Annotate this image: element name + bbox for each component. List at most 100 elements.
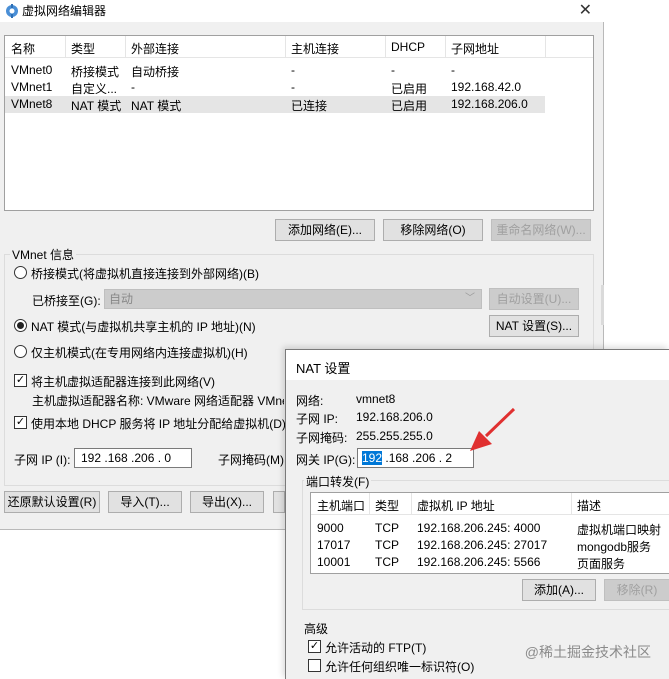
- cell-type: 自定义...: [71, 82, 118, 96]
- cell-port: 9000: [317, 521, 344, 535]
- network-label: 网络:: [296, 394, 324, 408]
- nat-subnet-mask-label: 子网掩码:: [296, 431, 348, 445]
- subnet-ip-label: 子网 IP (I):: [14, 453, 71, 467]
- column-divider[interactable]: [445, 36, 446, 58]
- gateway-ip-rest: .168 .206 . 2: [382, 451, 453, 465]
- allow-ftp-checkbox[interactable]: ✓: [308, 640, 321, 653]
- col-host-port[interactable]: 主机端口: [317, 497, 365, 514]
- close-icon[interactable]: ✕: [579, 0, 592, 20]
- nat-subnet-ip-label: 子网 IP:: [296, 412, 339, 426]
- bridged-to-select[interactable]: 自动 ﹀: [104, 289, 482, 309]
- network-value: vmnet8: [356, 392, 396, 406]
- cell-desc: 页面服务: [577, 557, 626, 571]
- cell-subnet: 192.168.206.0: [451, 97, 528, 111]
- port-forward-list[interactable]: 主机端口 类型 虚拟机 IP 地址 描述 9000 TCP 192.168.20…: [310, 492, 669, 574]
- col-dhcp[interactable]: DHCP: [391, 40, 425, 54]
- col-external[interactable]: 外部连接: [131, 40, 179, 57]
- column-divider[interactable]: [369, 493, 370, 515]
- col-type[interactable]: 类型: [71, 40, 95, 57]
- port-forward-title: 端口转发(F): [304, 473, 372, 490]
- cell-port: 10001: [317, 555, 351, 569]
- chevron-down-icon: ﹀: [465, 293, 475, 304]
- bridged-to-label: 已桥接至(G):: [32, 294, 101, 308]
- cell-host: 已连接: [291, 99, 328, 113]
- host-only-label[interactable]: 仅主机模式(在专用网络内连接虚拟机)(H): [31, 344, 248, 361]
- port-forward-row[interactable]: 9000 TCP 192.168.206.245: 4000 虚拟机端口映射: [311, 520, 669, 537]
- import-button[interactable]: 导入(T)...: [108, 491, 182, 513]
- pf-remove-button[interactable]: 移除(R): [604, 579, 669, 601]
- cell-vm-ip: 192.168.206.245: 27017: [417, 538, 548, 552]
- network-row-vmnet8[interactable]: VMnet8 NAT 模式 NAT 模式 已连接 已启用 192.168.206…: [5, 96, 545, 113]
- col-pf-type[interactable]: 类型: [375, 497, 399, 514]
- nat-settings-button[interactable]: NAT 设置(S)...: [489, 315, 579, 337]
- cell-external: 自动桥接: [131, 65, 180, 79]
- bridged-to-value: 自动: [109, 292, 134, 306]
- allow-any-org-label[interactable]: 允许任何组织唯一标识符(O): [325, 658, 474, 675]
- network-row-vmnet1[interactable]: VMnet1 自定义... - - 已启用 192.168.42.0: [5, 79, 545, 96]
- network-app-icon: [6, 4, 18, 18]
- nat-mode-radio[interactable]: [14, 319, 27, 332]
- background-area: [604, 0, 669, 349]
- gateway-ip-input[interactable]: 192 .168 .206 . 2: [357, 448, 474, 468]
- port-forward-row[interactable]: 17017 TCP 192.168.206.245: 27017 mongodb…: [311, 537, 669, 554]
- nat-mode-label[interactable]: NAT 模式(与虚拟机共享主机的 IP 地址)(N): [31, 318, 256, 335]
- cell-name: VMnet1: [11, 80, 53, 94]
- scroll-edge: [601, 285, 604, 325]
- col-desc[interactable]: 描述: [577, 497, 601, 514]
- cell-desc: mongodb服务: [577, 540, 652, 554]
- connect-adapter-checkbox[interactable]: ✓: [14, 374, 27, 387]
- cell-host: -: [291, 80, 295, 94]
- cell-type: TCP: [375, 521, 399, 535]
- cell-external: NAT 模式: [131, 99, 182, 113]
- col-subnet[interactable]: 子网地址: [451, 40, 499, 57]
- column-divider[interactable]: [125, 36, 126, 58]
- allow-ftp-label[interactable]: 允许活动的 FTP(T): [325, 639, 426, 656]
- network-list[interactable]: 名称 类型 外部连接 主机连接 DHCP 子网地址 VMnet0 桥接模式 自动…: [4, 35, 594, 211]
- nat-subnet-ip-value: 192.168.206.0: [356, 410, 433, 424]
- cell-port: 17017: [317, 538, 351, 552]
- auto-settings-button[interactable]: 自动设置(U)...: [489, 288, 579, 310]
- add-network-button[interactable]: 添加网络(E)...: [275, 219, 375, 241]
- bridge-mode-radio[interactable]: [14, 266, 27, 279]
- port-forward-row[interactable]: 10001 TCP 192.168.206.245: 5566 页面服务: [311, 554, 669, 571]
- cell-subnet: 192.168.42.0: [451, 80, 522, 94]
- restore-defaults-button[interactable]: 还原默认设置(R): [4, 491, 100, 513]
- adapter-name-text: 主机虚拟适配器名称: VMware 网络适配器 VMnet8: [32, 394, 284, 408]
- nat-settings-dialog: NAT 设置 网络: vmnet8 子网 IP: 192.168.206.0 子…: [285, 349, 669, 679]
- gateway-ip-label: 网关 IP(G):: [296, 453, 356, 467]
- column-divider[interactable]: [411, 493, 412, 515]
- col-host[interactable]: 主机连接: [291, 40, 339, 57]
- host-only-radio[interactable]: [14, 345, 27, 358]
- connect-adapter-label[interactable]: 将主机虚拟适配器连接到此网络(V): [31, 373, 215, 390]
- network-list-header: 名称 类型 外部连接 主机连接 DHCP 子网地址: [5, 36, 593, 58]
- subnet-ip-input[interactable]: 192 .168 .206 . 0: [74, 448, 192, 468]
- title-bar: 虚拟网络编辑器 ✕: [0, 0, 604, 22]
- col-vm-ip[interactable]: 虚拟机 IP 地址: [417, 497, 495, 514]
- column-divider[interactable]: [571, 493, 572, 515]
- cell-subnet: -: [451, 63, 455, 77]
- column-divider[interactable]: [385, 36, 386, 58]
- cell-dhcp: 已启用: [391, 82, 428, 96]
- allow-any-org-checkbox[interactable]: [308, 659, 321, 672]
- cell-external: -: [131, 80, 135, 94]
- cell-type: 桥接模式: [71, 65, 120, 79]
- port-forward-header: 主机端口 类型 虚拟机 IP 地址 描述: [311, 493, 669, 515]
- gateway-ip-selected-octet: 192: [362, 451, 383, 465]
- network-row-vmnet0[interactable]: VMnet0 桥接模式 自动桥接 - - -: [5, 62, 545, 79]
- column-divider[interactable]: [545, 36, 546, 58]
- col-name[interactable]: 名称: [11, 40, 35, 57]
- cell-dhcp: -: [391, 63, 395, 77]
- column-divider[interactable]: [285, 36, 286, 58]
- bridge-mode-label[interactable]: 桥接模式(将虚拟机直接连接到外部网络)(B): [31, 265, 259, 282]
- export-button[interactable]: 导出(X)...: [190, 491, 264, 513]
- use-dhcp-checkbox[interactable]: ✓: [14, 416, 27, 429]
- hidden-button-edge[interactable]: [273, 491, 285, 513]
- column-divider[interactable]: [65, 36, 66, 58]
- nat-title-bar: NAT 设置: [286, 350, 669, 380]
- use-dhcp-label[interactable]: 使用本地 DHCP 服务将 IP 地址分配给虚拟机(D): [31, 415, 286, 432]
- remove-network-button[interactable]: 移除网络(O): [383, 219, 483, 241]
- rename-network-button[interactable]: 重命名网络(W)...: [491, 219, 591, 241]
- pf-add-button[interactable]: 添加(A)...: [522, 579, 596, 601]
- cell-type: TCP: [375, 538, 399, 552]
- cell-name: VMnet0: [11, 63, 53, 77]
